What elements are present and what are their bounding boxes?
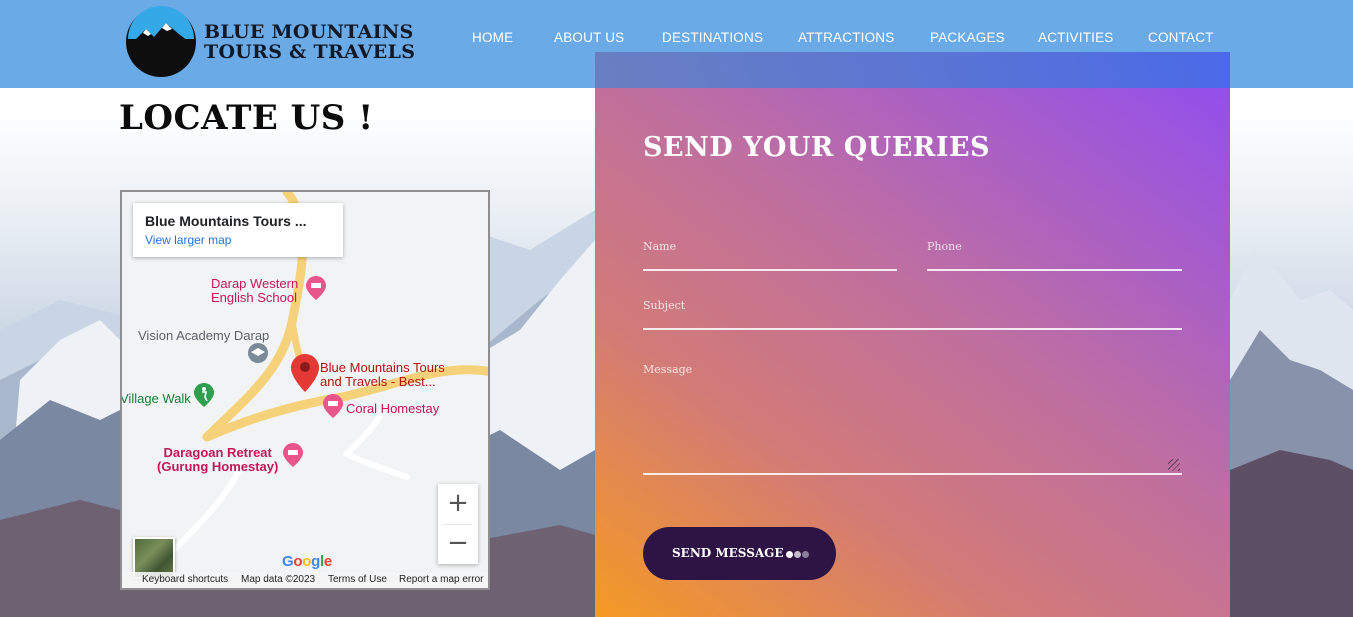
view-larger-map-link[interactable]: View larger map <box>145 233 231 247</box>
retreat-label-line1: Daragoan Retreat <box>163 445 272 460</box>
location-marker-icon[interactable] <box>291 354 319 392</box>
place-card-title: Blue Mountains Tours ... <box>145 213 307 229</box>
name-placeholder: Name <box>643 240 677 253</box>
phone-placeholder: Phone <box>927 240 962 253</box>
subject-placeholder: Subject <box>643 299 686 312</box>
retreat-label[interactable]: Daragoan Retreat (Gurung Homestay) <box>157 446 278 474</box>
send-message-label: SEND MESSAGE <box>672 546 784 560</box>
locate-us-heading: LOCATE US ! <box>119 98 374 138</box>
query-form-panel: SEND YOUR QUERIES Name Phone Subject Mes… <box>595 52 1230 617</box>
terms-of-use-link[interactable]: Terms of Use <box>328 574 387 585</box>
message-placeholder: Message <box>643 363 693 376</box>
hotel-pin-icon[interactable] <box>306 276 326 300</box>
nav-home[interactable]: HOME <box>472 30 513 45</box>
school-label[interactable]: Darap Western English School <box>211 277 298 305</box>
brand-name-line2: TOURS & TRAVELS <box>204 41 416 63</box>
subject-field[interactable]: Subject <box>643 299 1182 330</box>
send-message-button[interactable]: SEND MESSAGE <box>643 527 836 580</box>
nav-about-us[interactable]: ABOUT US <box>554 30 624 45</box>
nav-attractions[interactable]: ATTRACTIONS <box>798 30 894 45</box>
school-pin-icon[interactable] <box>248 343 268 363</box>
nav-destinations[interactable]: DESTINATIONS <box>662 30 763 45</box>
phone-field[interactable]: Phone <box>927 240 1182 271</box>
business-label-line2: and Travels - Best... <box>320 374 436 389</box>
business-label-line1: Blue Mountains Tours <box>320 360 445 375</box>
nav-contact[interactable]: CONTACT <box>1148 30 1214 45</box>
village-walk-label[interactable]: Village Walk <box>122 392 191 406</box>
school-label-line2: English School <box>211 290 297 305</box>
retreat-pin-icon[interactable] <box>283 443 303 467</box>
report-map-error-link[interactable]: Report a map error <box>399 574 483 585</box>
query-form-title: SEND YOUR QUERIES <box>643 132 991 163</box>
school-label-line1: Darap Western <box>211 276 299 291</box>
academy-label[interactable]: Vision Academy Darap <box>138 329 269 343</box>
nav-packages[interactable]: PACKAGES <box>930 30 1005 45</box>
main-nav: HOME ABOUT US DESTINATIONS ATTRACTIONS P… <box>472 30 1353 50</box>
embedded-map[interactable]: Blue Mountains Tours ... View larger map… <box>120 190 490 590</box>
hiking-pin-icon[interactable] <box>194 383 214 407</box>
brand-name-line1: BLUE MOUNTAINS <box>204 21 414 43</box>
resize-handle-icon[interactable] <box>1168 459 1180 471</box>
homestay-pin-icon[interactable] <box>323 394 343 418</box>
zoom-in-button[interactable]: + <box>438 484 478 524</box>
nav-activities[interactable]: ACTIVITIES <box>1038 30 1114 45</box>
keyboard-shortcuts-link[interactable]: Keyboard shortcuts <box>142 574 228 585</box>
coral-homestay-label[interactable]: Coral Homestay <box>346 402 439 416</box>
brand-logo[interactable]: BLUE MOUNTAINS TOURS & TRAVELS <box>124 5 424 79</box>
retreat-label-line2: (Gurung Homestay) <box>157 459 279 474</box>
message-field[interactable]: Message <box>643 363 1182 475</box>
place-card: Blue Mountains Tours ... View larger map <box>133 203 343 257</box>
zoom-out-button[interactable]: − <box>438 524 478 564</box>
map-footer: Keyboard shortcuts Map data ©2023 Terms … <box>122 572 488 588</box>
mountain-logo-icon <box>126 6 196 77</box>
map-data-text: Map data ©2023 <box>241 574 316 585</box>
google-logo: Google <box>282 553 332 570</box>
zoom-controls: + − <box>438 484 478 564</box>
business-label[interactable]: Blue Mountains Tours and Travels - Best.… <box>320 361 445 389</box>
name-field[interactable]: Name <box>643 240 897 271</box>
panel-top-band <box>595 52 1230 88</box>
